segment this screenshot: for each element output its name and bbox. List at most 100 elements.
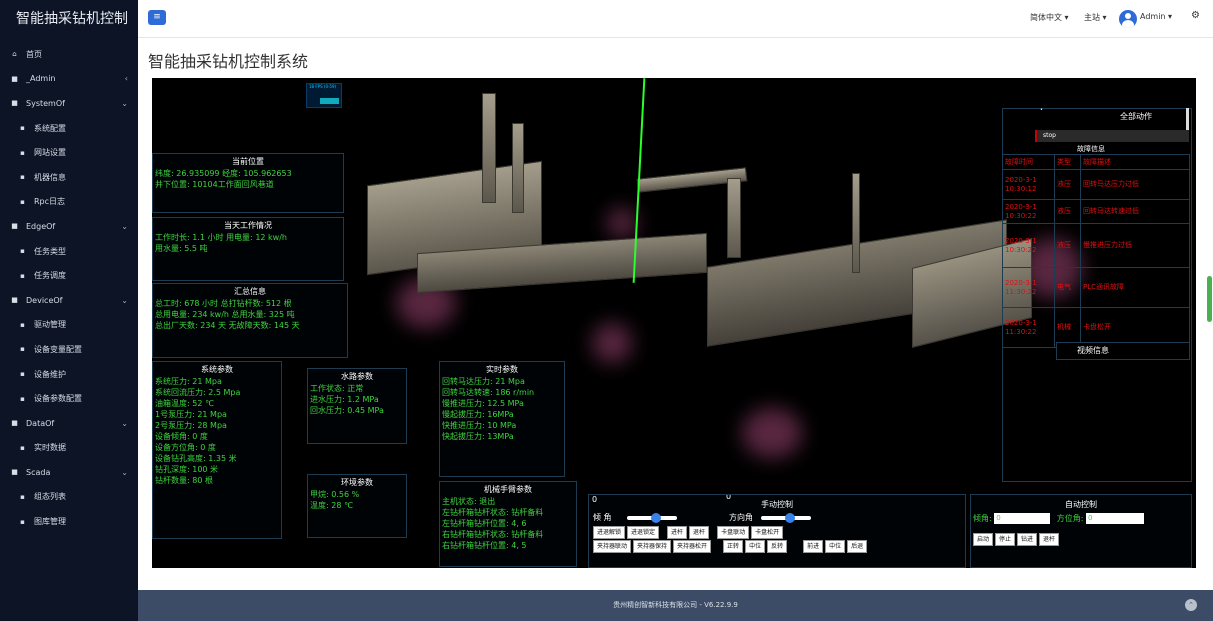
sidebar-item[interactable]: ■ _Admin ‹ <box>0 67 138 92</box>
sidebar-item[interactable]: ▪ 任务调度 <box>0 263 138 288</box>
control-button[interactable]: 反转 <box>767 540 788 553</box>
sidebar-item[interactable]: ▪ Rpc日志 <box>0 190 138 215</box>
sidebar-item[interactable]: ▪ 实时数据 <box>0 436 138 461</box>
control-button[interactable]: 进退锁定 <box>627 526 660 539</box>
summary-line: 总工时: 678 小时 总打钻杆数: 512 根 <box>155 299 292 308</box>
param-row: 甲烷: 0.56 % <box>310 490 360 499</box>
control-button[interactable]: 退杆 <box>1039 533 1060 546</box>
stop-action-item[interactable]: stop <box>1035 130 1189 142</box>
param-row: 左钻杆箱钻杆状态: 钻杆备料 <box>442 508 544 517</box>
sidebar-item[interactable]: ▪ 机器信息 <box>0 165 138 190</box>
param-row: 左钻杆箱钻杆位置: 4, 6 <box>442 519 527 528</box>
control-button[interactable]: 启动 <box>973 533 994 546</box>
sidebar-item-label: 驱动管理 <box>34 320 66 330</box>
sidebar-item-label: DataOf <box>26 418 55 428</box>
today-panel: 当天工作情况 工作时长: 1.1 小时 用电量: 12 kw/h 用水量: 5.… <box>152 217 344 281</box>
page-scrollbar[interactable] <box>1207 276 1212 322</box>
sidebar-item[interactable]: ▪ 组态列表 <box>0 485 138 510</box>
arm-params-panel: 机械手臂参数 主机状态: 退出 左钻杆箱钻杆状态: 钻杆备料 左钻杆箱钻杆位置: 4… <box>439 481 577 567</box>
param-row: 设备倾角: 0 度 <box>155 432 208 441</box>
brand-title: 智能抽采钻机控制 <box>16 11 128 27</box>
sidebar-item[interactable]: ▪ 图库管理 <box>0 509 138 534</box>
file-icon: ▪ <box>20 320 25 329</box>
control-button[interactable]: 夹持器联动 <box>593 540 632 553</box>
sidebar-item[interactable]: ▪ 设备参数配置 <box>0 386 138 411</box>
sidebar-item[interactable]: ■ SystemOf ⌄ <box>0 91 138 116</box>
tilt-slider[interactable] <box>627 513 677 523</box>
control-button[interactable]: 退杆 <box>689 526 710 539</box>
param-row: 工作状态: 正常 <box>310 384 364 393</box>
sidebar-item[interactable]: ■ Scada ⌄ <box>0 460 138 485</box>
azimuth-slider-handle[interactable] <box>785 513 795 523</box>
fault-row[interactable]: 2020-3-1 10:30:12 液压 回转马达压力过低 <box>1002 169 1190 200</box>
control-button[interactable]: 正转 <box>723 540 744 553</box>
fault-row[interactable]: 2020-3-1 10:30:22 液压 慢推进压力过低 <box>1002 223 1190 268</box>
chevron-down-icon: ⌄ <box>121 418 128 428</box>
control-button[interactable]: 卡盘松开 <box>751 526 784 539</box>
control-button[interactable]: 夹持器保持 <box>633 540 672 553</box>
control-button[interactable]: 进退解锁 <box>593 526 626 539</box>
auto-azimuth-input[interactable]: 0 <box>1086 513 1145 524</box>
param-row: 设备方位角: 0 度 <box>155 443 216 452</box>
sidebar-item-label: 任务调度 <box>34 271 66 281</box>
ambient-glow <box>607 208 637 238</box>
sidebar-item-label: 任务类型 <box>34 246 66 256</box>
water-params-panel: 水路参数 工作状态: 正常 进水压力: 1.2 MPa 回水压力: 0.45 MPa <box>307 368 407 444</box>
control-button[interactable]: 后退 <box>847 540 868 553</box>
sidebar-item[interactable]: ■ EdgeOf ⌄ <box>0 214 138 239</box>
sidebar-item[interactable]: ▪ 设备维护 <box>0 362 138 387</box>
lat-value: 26.935099 <box>176 169 220 178</box>
realtime-params-title: 实时参数 <box>486 365 518 374</box>
folder-icon: ■ <box>11 222 18 231</box>
frame-post <box>852 173 860 273</box>
user-menu[interactable]: Admin ▾ <box>1140 12 1172 21</box>
control-button[interactable]: 钻进 <box>1017 533 1038 546</box>
fps-bar <box>320 98 339 104</box>
language-select[interactable]: 简体中文 ▾ <box>1030 12 1069 23</box>
sidebar-item[interactable]: ▪ 任务类型 <box>0 239 138 264</box>
scene-3d-viewport[interactable]: 18 FPS (0-59) 当前位置 纬度: 26.935099 经度: 105… <box>152 78 1196 568</box>
fault-row[interactable]: 2020-3-1 11:30:22 电气 PLC通讯故障 <box>1002 267 1190 308</box>
sidebar-item[interactable]: ▪ 驱动管理 <box>0 313 138 338</box>
settings-gear-icon[interactable]: ⚙ <box>1191 10 1200 21</box>
sidebar-item-label: 设备参数配置 <box>34 394 82 404</box>
sidebar-item[interactable]: ⌂ 首页 <box>0 42 138 67</box>
param-row: 钻杆数量: 80 根 <box>155 476 213 485</box>
control-button[interactable]: 进杆 <box>667 526 688 539</box>
sidebar-item[interactable]: ▪ 设备变量配置 <box>0 337 138 362</box>
control-button[interactable]: 夹持器松开 <box>673 540 712 553</box>
site-select[interactable]: 主站 ▾ <box>1084 12 1107 23</box>
sidebar-item-label: 机器信息 <box>34 172 66 182</box>
fault-cell-desc: 慢推进压力过低 <box>1080 223 1190 268</box>
param-row: 回转马达转速: 186 r/min <box>442 388 535 397</box>
sidebar-item[interactable]: ▪ 网站设置 <box>0 140 138 165</box>
menu-toggle-button[interactable]: ≡ <box>148 10 166 25</box>
control-button[interactable]: 中位 <box>825 540 846 553</box>
footer: 贵州精创智新科技有限公司 - V6.22.9.9 ⌃ <box>138 590 1213 621</box>
auto-control-panel: 自动控制 倾角: 0 方位角: 0 启动 停止 钻进 退杆 <box>970 494 1192 568</box>
sidebar-item[interactable]: ▪ 系统配置 <box>0 116 138 141</box>
position-panel: 当前位置 纬度: 26.935099 经度: 105.962653 井下位置: … <box>152 153 344 213</box>
tilt-slider-handle[interactable] <box>651 513 661 523</box>
sidebar-item[interactable]: ■ DeviceOf ⌄ <box>0 288 138 313</box>
avatar[interactable] <box>1119 10 1137 28</box>
ambient-glow <box>592 323 632 363</box>
auto-tilt-input[interactable]: 0 <box>994 513 1051 524</box>
fault-cell-time: 2020-3-1 10:30:12 <box>1002 169 1055 200</box>
azimuth-slider[interactable] <box>761 513 811 523</box>
control-button[interactable]: 中位 <box>745 540 766 553</box>
water-params-title: 水路参数 <box>341 372 373 381</box>
fault-row[interactable]: 2020-3-1 10:30:22 液压 回转马达转速过低 <box>1002 199 1190 224</box>
auto-azimuth-label: 方位角: <box>1056 514 1084 523</box>
fault-cell-time: 2020-3-1 11:30:22 <box>1002 307 1055 348</box>
back-to-top-icon[interactable]: ⌃ <box>1185 599 1197 611</box>
control-button[interactable]: 卡盘联动 <box>717 526 750 539</box>
chevron-down-icon: ⌄ <box>121 98 128 108</box>
control-button[interactable]: 前进 <box>803 540 824 553</box>
control-button[interactable]: 停止 <box>995 533 1016 546</box>
sidebar-item-label: DeviceOf <box>26 295 63 305</box>
footer-text: 贵州精创智新科技有限公司 - V6.22.9.9 <box>613 601 738 609</box>
sidebar-item-label: 图库管理 <box>34 517 66 527</box>
chevron-down-icon: ⌄ <box>121 221 128 231</box>
sidebar-item[interactable]: ■ DataOf ⌄ <box>0 411 138 436</box>
